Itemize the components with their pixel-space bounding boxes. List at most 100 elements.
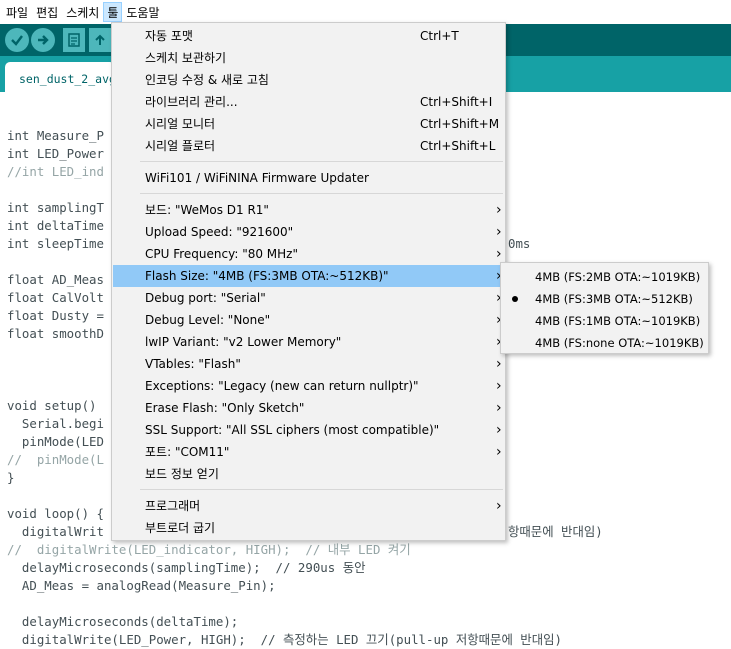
menu-item-label: lwIP Variant: "v2 Lower Memory"	[145, 335, 342, 349]
submenu-item-label: 4MB (FS:none OTA:~1019KB)	[535, 336, 704, 350]
menu-item-label: Debug port: "Serial"	[145, 291, 266, 305]
menu-item-label: 스케치 보관하기	[145, 51, 227, 65]
menu-item-label: 프로그래머	[145, 499, 201, 513]
menu-sketch[interactable]: 스케치	[62, 2, 103, 22]
code-line: AD_Meas = analogRead(Measure_Pin);	[7, 578, 276, 593]
menu-item-label: Exceptions: "Legacy (new can return null…	[145, 379, 419, 393]
menu-item[interactable]: 시리얼 모니터 Ctrl+Shift+M	[113, 113, 504, 135]
code-line: }	[7, 470, 15, 485]
code-line: digitalWrit	[7, 524, 104, 539]
submenu-item[interactable]: 4MB (FS:3MB OTA:~512KB)	[502, 288, 707, 310]
tools-menu: 자동 포맷 Ctrl+T 스케치 보관하기인코딩 수정 & 새로 고침라이브러리 관…	[111, 22, 506, 541]
chevron-right-icon: ›	[496, 224, 502, 240]
menu-item-label: Upload Speed: "921600"	[145, 225, 294, 239]
code-line: int samplingT	[7, 200, 104, 215]
menu-item[interactable]: Debug Level: "None" ›	[113, 309, 504, 331]
menu-item-label: 자동 포맷	[145, 29, 193, 43]
code-line: delayMicroseconds(samplingTime); // 290u…	[7, 560, 366, 575]
code-line: int sleepTime	[7, 236, 104, 251]
menu-item-shortcut: Ctrl+T	[420, 29, 459, 43]
tab-label: sen_dust_2_avg	[19, 72, 115, 86]
menu-item[interactable]: Debug port: "Serial" ›	[113, 287, 504, 309]
menu-item-shortcut: Ctrl+Shift+M	[420, 117, 500, 131]
menu-item[interactable]: WiFi101 / WiFiNINA Firmware Updater	[113, 167, 504, 189]
new-button[interactable]	[63, 28, 85, 52]
document-icon	[68, 33, 80, 47]
submenu-item-label: 4MB (FS:2MB OTA:~1019KB)	[535, 270, 701, 284]
menu-item[interactable]: Exceptions: "Legacy (new can return null…	[113, 375, 504, 397]
menu-item-label: 시리얼 모니터	[145, 117, 216, 131]
menu-item-label: 보드: "WeMos D1 R1"	[145, 203, 269, 217]
code-line: //int LED_ind	[7, 164, 104, 179]
menu-item[interactable]: 시리얼 플로터 Ctrl+Shift+L	[113, 135, 504, 157]
tab-sketch[interactable]: sen_dust_2_avg	[5, 62, 115, 92]
code-line: // digitalWrite(LED_indicator, HIGH); //…	[7, 542, 411, 557]
menu-item-label: VTables: "Flash"	[145, 357, 241, 371]
arrow-right-icon	[38, 35, 49, 45]
menu-item[interactable]: Erase Flash: "Only Sketch" ›	[113, 397, 504, 419]
menu-separator	[140, 161, 503, 162]
chevron-right-icon: ›	[496, 356, 502, 372]
chevron-right-icon: ›	[496, 400, 502, 416]
code-line: float AD_Meas	[7, 272, 104, 287]
menu-file[interactable]: 파일	[2, 2, 32, 22]
menu-item[interactable]: 프로그래머 ›	[113, 495, 504, 517]
code-line: int deltaTime	[7, 218, 104, 233]
menu-item[interactable]: 부트로더 굽기	[113, 517, 504, 539]
menu-item-shortcut: Ctrl+Shift+I	[420, 95, 493, 109]
open-button[interactable]	[89, 28, 111, 52]
upload-button[interactable]	[31, 28, 55, 52]
code-line: void setup()	[7, 398, 97, 413]
menu-item[interactable]: CPU Frequency: "80 MHz" ›	[113, 243, 504, 265]
menu-item[interactable]: lwIP Variant: "v2 Lower Memory" ›	[113, 331, 504, 353]
menu-item[interactable]: 자동 포맷 Ctrl+T	[113, 25, 504, 47]
submenu-item[interactable]: 4MB (FS:1MB OTA:~1019KB)	[502, 310, 707, 332]
chevron-right-icon: ›	[496, 444, 502, 460]
menu-item-label: Erase Flash: "Only Sketch"	[145, 401, 305, 415]
menu-item[interactable]: 포트: "COM11" ›	[113, 441, 504, 463]
code-line: digitalWrite(LED_Power, HIGH); // 측정하는 L…	[7, 632, 562, 647]
submenu-item[interactable]: 4MB (FS:none OTA:~1019KB)	[502, 332, 707, 354]
menu-item-shortcut: Ctrl+Shift+L	[420, 139, 496, 153]
menu-item-label: 포트: "COM11"	[145, 445, 230, 459]
chevron-right-icon: ›	[496, 498, 502, 514]
check-icon	[11, 35, 23, 46]
menu-item[interactable]: 보드: "WeMos D1 R1" ›	[113, 199, 504, 221]
code-line: delayMicroseconds(deltaTime);	[7, 614, 239, 629]
code-line: void loop() {	[7, 506, 104, 521]
menu-item-label: CPU Frequency: "80 MHz"	[145, 247, 298, 261]
code-line: float smoothD	[7, 326, 104, 341]
menu-item-label: 부트로더 굽기	[145, 521, 216, 535]
menu-item[interactable]: 보드 정보 얻기	[113, 463, 504, 485]
menu-bar: 파일 편집 스케치 툴 도움말	[0, 0, 731, 24]
code-line-fragment: 항때문에 반대임)	[508, 524, 603, 539]
menu-item[interactable]: 라이브러리 관리... Ctrl+Shift+I	[113, 91, 504, 113]
menu-item[interactable]: SSL Support: "All SSL ciphers (most comp…	[113, 419, 504, 441]
verify-button[interactable]	[5, 28, 29, 52]
radio-dot-icon	[512, 296, 518, 302]
menu-item-label: 시리얼 플로터	[145, 139, 216, 153]
code-line-fragment: 0ms	[508, 236, 531, 251]
submenu-item[interactable]: 4MB (FS:2MB OTA:~1019KB)	[502, 266, 707, 288]
menu-item-label: 인코딩 수정 & 새로 고침	[145, 73, 269, 87]
menu-edit[interactable]: 편집	[32, 2, 62, 22]
menu-tools[interactable]: 툴	[103, 2, 123, 22]
submenu-item-label: 4MB (FS:3MB OTA:~512KB)	[535, 292, 693, 306]
menu-help[interactable]: 도움말	[122, 2, 163, 22]
menu-item[interactable]: Upload Speed: "921600" ›	[113, 221, 504, 243]
code-line: // pinMode(L	[7, 452, 104, 467]
menu-item[interactable]: 인코딩 수정 & 새로 고침	[113, 69, 504, 91]
chevron-right-icon: ›	[496, 378, 502, 394]
menu-item[interactable]: VTables: "Flash" ›	[113, 353, 504, 375]
menu-separator	[140, 193, 503, 194]
menu-item-label: Debug Level: "None"	[145, 313, 271, 327]
arrow-up-icon	[95, 34, 105, 45]
menu-item[interactable]: 스케치 보관하기	[113, 47, 504, 69]
menu-item-label: WiFi101 / WiFiNINA Firmware Updater	[145, 171, 369, 185]
menu-item-label: 보드 정보 얻기	[145, 467, 219, 481]
chevron-right-icon: ›	[496, 422, 502, 438]
menu-item[interactable]: Flash Size: "4MB (FS:3MB OTA:~512KB)" ›	[113, 265, 504, 287]
code-line: Serial.begi	[7, 416, 104, 431]
chevron-right-icon: ›	[496, 202, 502, 218]
menu-item-label: SSL Support: "All SSL ciphers (most comp…	[145, 423, 440, 437]
